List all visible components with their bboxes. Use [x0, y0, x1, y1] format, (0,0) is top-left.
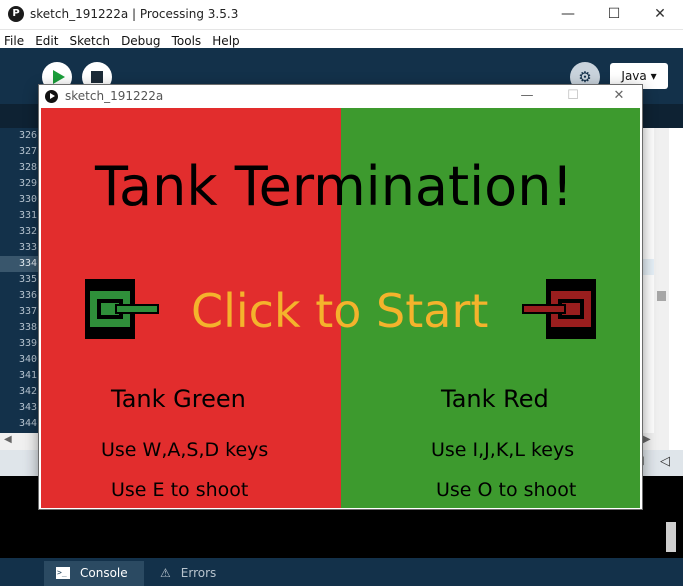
line-number: 340 — [18, 354, 37, 365]
line-number: 333 — [18, 242, 37, 253]
ide-window-title: sketch_191222a | Processing 3.5.3 — [30, 7, 239, 21]
sketch-window-icon — [45, 90, 58, 103]
game-title: Tank Termination! — [95, 155, 574, 218]
console-icon — [56, 560, 70, 585]
line-number: 336 — [18, 290, 37, 301]
sketch-close-button[interactable]: ✕ — [596, 85, 642, 108]
tab-errors[interactable]: ⚠ Errors — [148, 561, 238, 586]
scroll-right-icon[interactable]: ▶ — [643, 434, 651, 445]
menu-debug[interactable]: Debug — [117, 33, 160, 48]
maximize-button[interactable]: ☐ — [591, 0, 637, 30]
line-number: 332 — [18, 226, 37, 237]
menu-help[interactable]: Help — [208, 33, 239, 48]
sketch-title-bar: sketch_191222a — ☐ ✕ — [39, 85, 642, 108]
line-number: 338 — [18, 322, 37, 333]
green-shoot-instruction: Use E to shoot — [111, 479, 249, 501]
scrollbar-thumb[interactable] — [657, 291, 666, 301]
menu-bar: File Edit Sketch Debug Tools Help — [0, 30, 683, 48]
line-number: 329 — [18, 178, 37, 189]
red-shoot-instruction: Use O to shoot — [436, 479, 577, 501]
line-number-gutter: 326 327 328 329 330 331 332 333 334 335 … — [0, 128, 40, 433]
sketch-window: sketch_191222a — ☐ ✕ Tank Termination! C… — [39, 85, 642, 509]
menu-edit[interactable]: Edit — [31, 33, 58, 48]
line-number: 344 — [18, 418, 37, 429]
menu-sketch[interactable]: Sketch — [66, 33, 110, 48]
processing-logo-icon: P — [8, 6, 24, 22]
warning-icon: ⚠ — [160, 566, 171, 580]
sketch-minimize-button[interactable]: — — [504, 85, 550, 108]
line-number: 335 — [18, 274, 37, 285]
game-canvas[interactable]: Tank Termination! Click to Start Tank Gr… — [41, 108, 640, 508]
line-number: 337 — [18, 306, 37, 317]
collapse-icon[interactable]: ◁ — [660, 454, 670, 469]
sketch-maximize-button[interactable]: ☐ — [550, 85, 596, 108]
line-number: 339 — [18, 338, 37, 349]
green-player-label: Tank Green — [111, 385, 246, 413]
line-number: 327 — [18, 146, 37, 157]
red-keys-instruction: Use I,J,K,L keys — [431, 439, 575, 461]
line-number: 343 — [18, 402, 37, 413]
scroll-left-icon[interactable]: ◀ — [4, 434, 12, 445]
line-number: 331 — [18, 210, 37, 221]
red-tank-icon — [522, 279, 596, 339]
sketch-window-title: sketch_191222a — [65, 89, 164, 103]
console-scrollbar[interactable] — [666, 522, 676, 552]
line-number: 341 — [18, 370, 37, 381]
line-number: 330 — [18, 194, 37, 205]
menu-tools[interactable]: Tools — [168, 33, 202, 48]
start-button[interactable]: Click to Start — [191, 284, 488, 338]
red-player-label: Tank Red — [441, 385, 549, 413]
line-number: 328 — [18, 162, 37, 173]
tab-console-label: Console — [80, 566, 128, 580]
minimize-button[interactable]: — — [545, 0, 591, 30]
close-button[interactable]: ✕ — [637, 0, 683, 30]
tab-errors-label: Errors — [180, 566, 217, 580]
green-keys-instruction: Use W,A,S,D keys — [101, 439, 269, 461]
line-number-current: 334 — [0, 256, 40, 272]
line-number: 342 — [18, 386, 37, 397]
menu-file[interactable]: File — [0, 33, 24, 48]
tab-console[interactable]: Console — [44, 560, 144, 586]
ide-title-bar: P sketch_191222a | Processing 3.5.3 — ☐ … — [0, 0, 683, 30]
line-number: 326 — [18, 130, 37, 141]
green-tank-icon — [85, 279, 159, 339]
vertical-scrollbar[interactable] — [654, 128, 669, 433]
